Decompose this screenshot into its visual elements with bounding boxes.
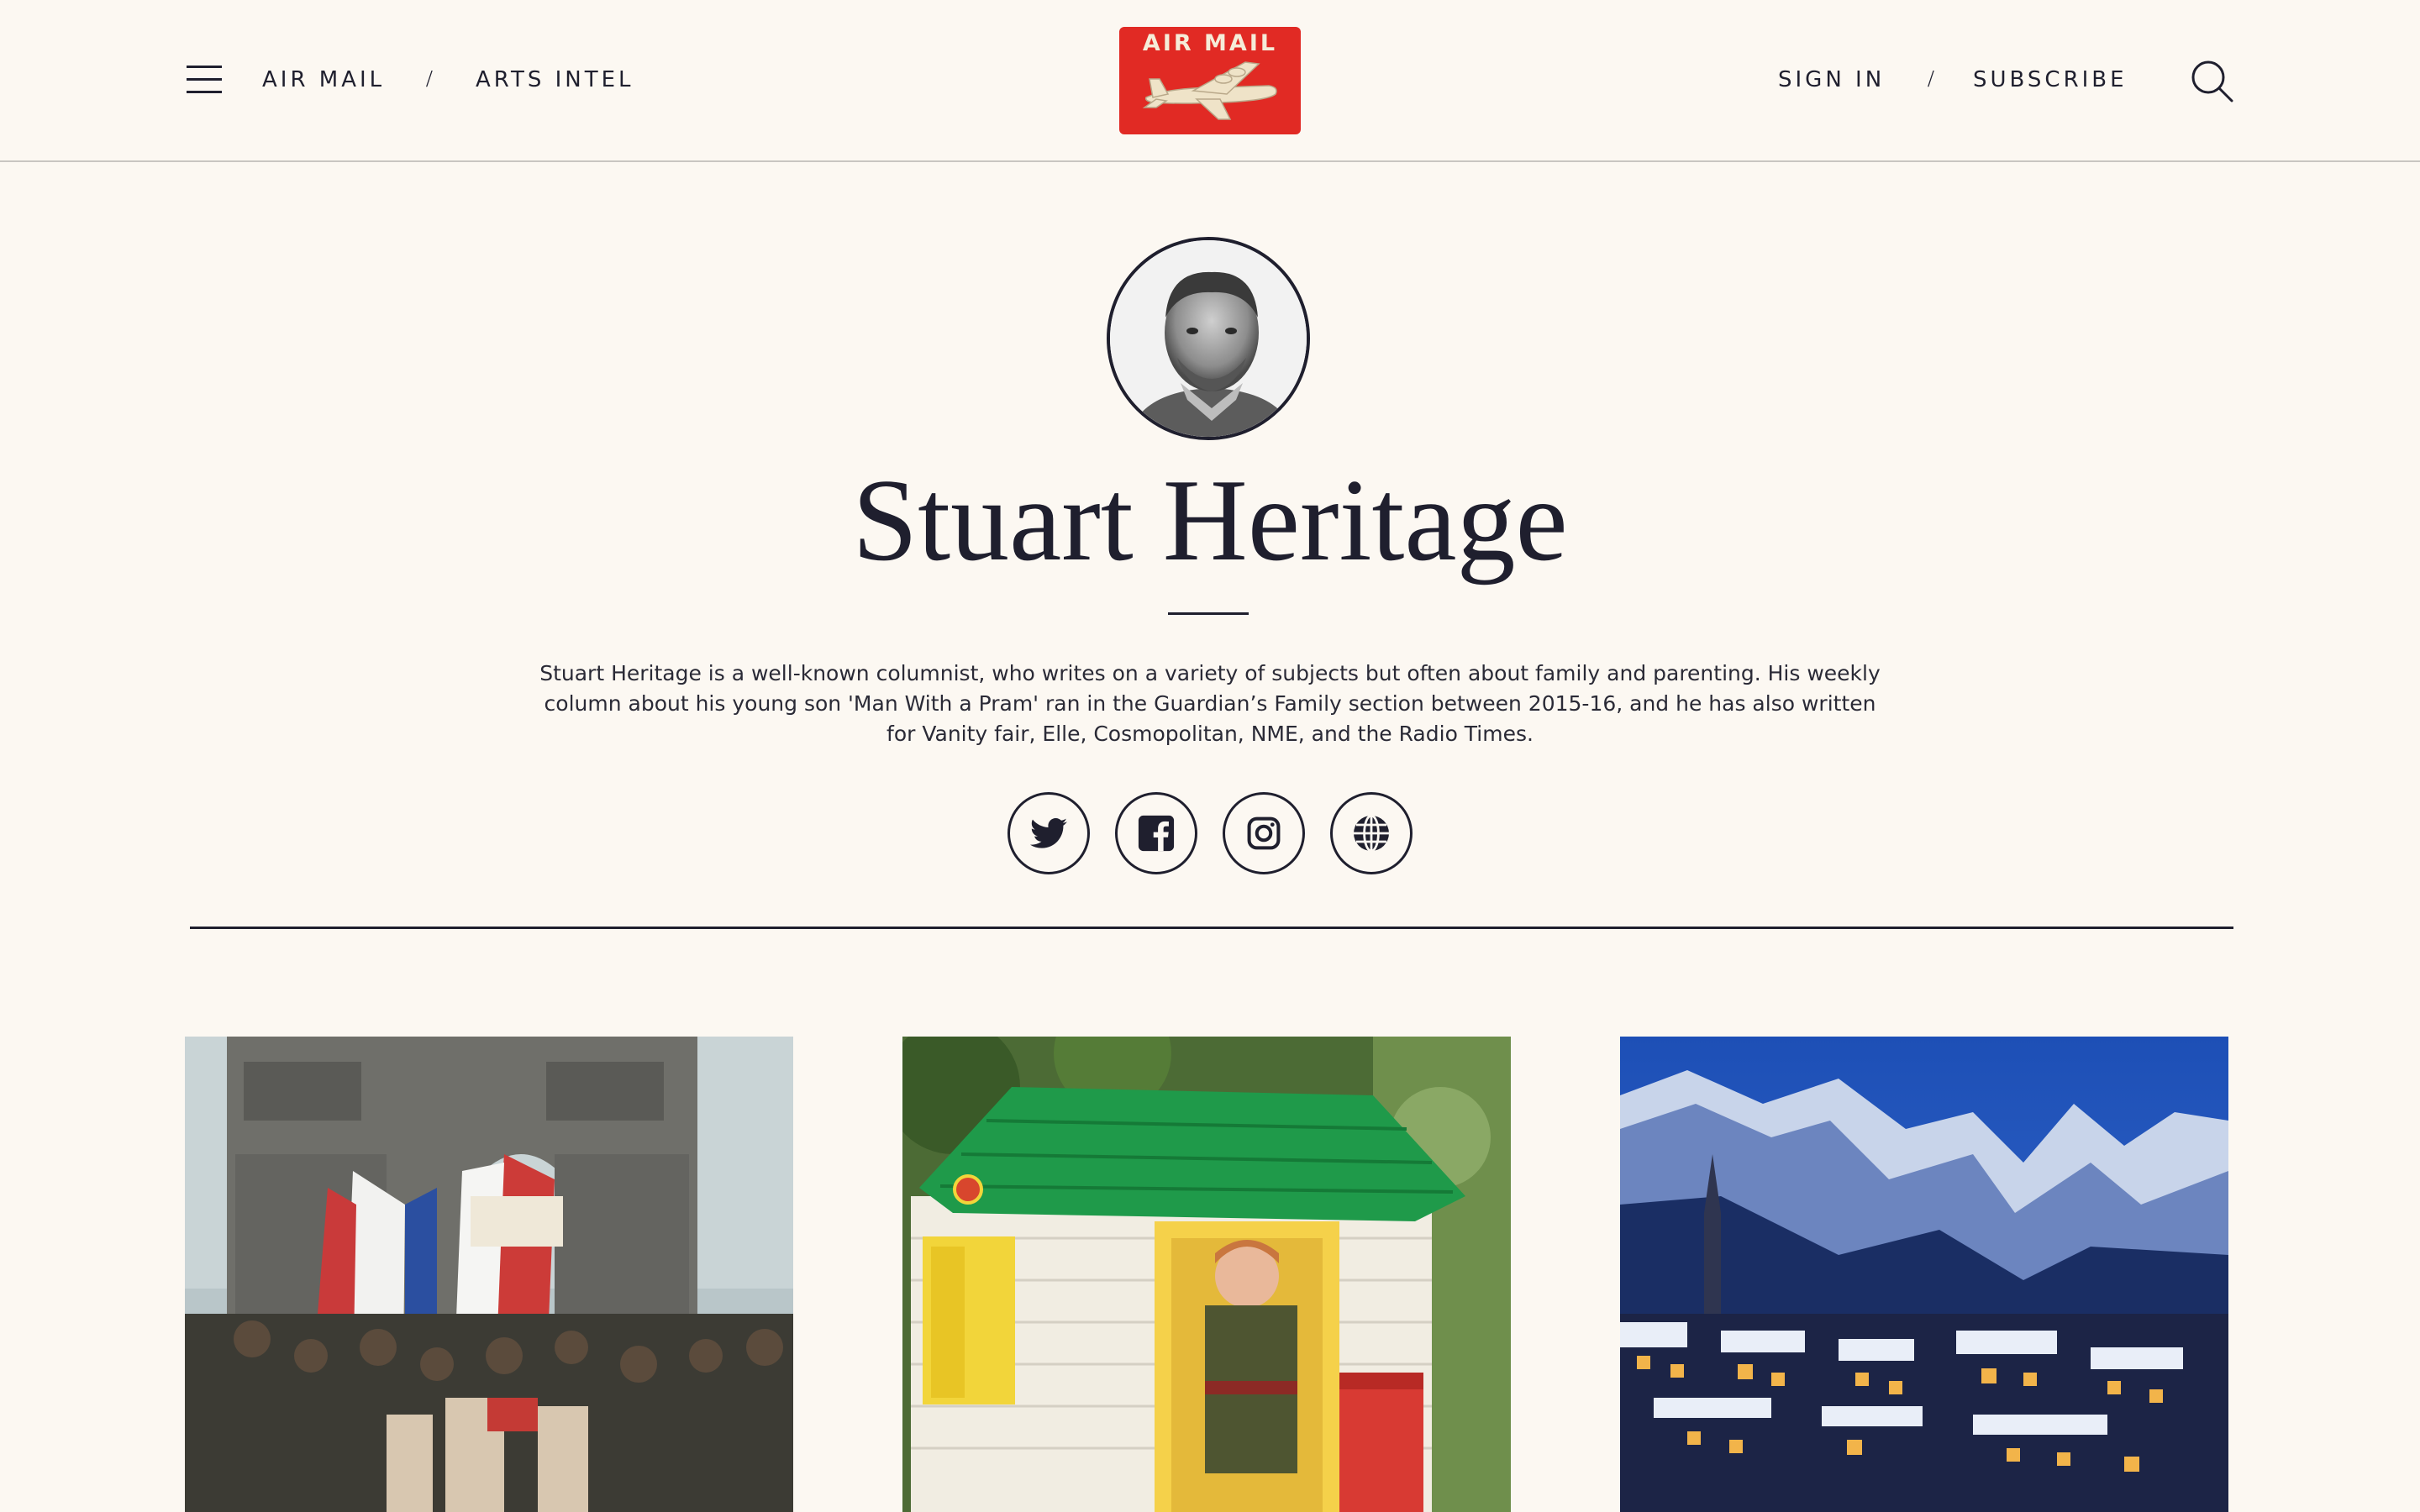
author-bio: Stuart Heritage is a well-known columnis…: [539, 661, 1881, 746]
name-underline-rule: [1168, 612, 1249, 615]
article-image: [185, 1037, 793, 1512]
subscribe-link[interactable]: SUBSCRIBE: [1973, 66, 2128, 94]
air-mail-logo[interactable]: AIR MAIL: [1119, 27, 1301, 134]
nav-link-arts-intel[interactable]: ARTS INTEL: [476, 66, 634, 94]
nav-link-air-mail[interactable]: AIR MAIL: [262, 66, 385, 94]
twitter-icon: [1030, 818, 1067, 848]
twitter-button[interactable]: [1007, 792, 1090, 874]
article-card-paris-parade[interactable]: [185, 1037, 793, 1512]
sign-in-link[interactable]: SIGN IN: [1778, 66, 1885, 94]
globe-icon: [1354, 814, 1389, 853]
section-divider: [190, 927, 2233, 929]
article-card-playhouse[interactable]: [902, 1037, 1511, 1512]
instagram-icon: [1247, 816, 1281, 850]
site-header: AIR MAIL / ARTS INTEL AIR MAIL SIGN IN /…: [0, 0, 2420, 162]
author-name: Stuart Heritage: [852, 455, 1568, 585]
facebook-icon: [1138, 815, 1175, 852]
airplane-icon: [1142, 61, 1277, 120]
nav-separator: /: [1928, 66, 1934, 92]
instagram-button[interactable]: [1223, 792, 1305, 874]
article-card-mountain-town[interactable]: [1620, 1037, 2228, 1512]
author-avatar: [1107, 237, 1310, 440]
article-image: [902, 1037, 1511, 1512]
website-button[interactable]: [1330, 792, 1413, 874]
hamburger-menu-icon[interactable]: [187, 66, 222, 94]
nav-separator: /: [426, 66, 433, 92]
facebook-button[interactable]: [1115, 792, 1197, 874]
search-icon[interactable]: [2190, 59, 2233, 102]
article-image: [1620, 1037, 2228, 1512]
